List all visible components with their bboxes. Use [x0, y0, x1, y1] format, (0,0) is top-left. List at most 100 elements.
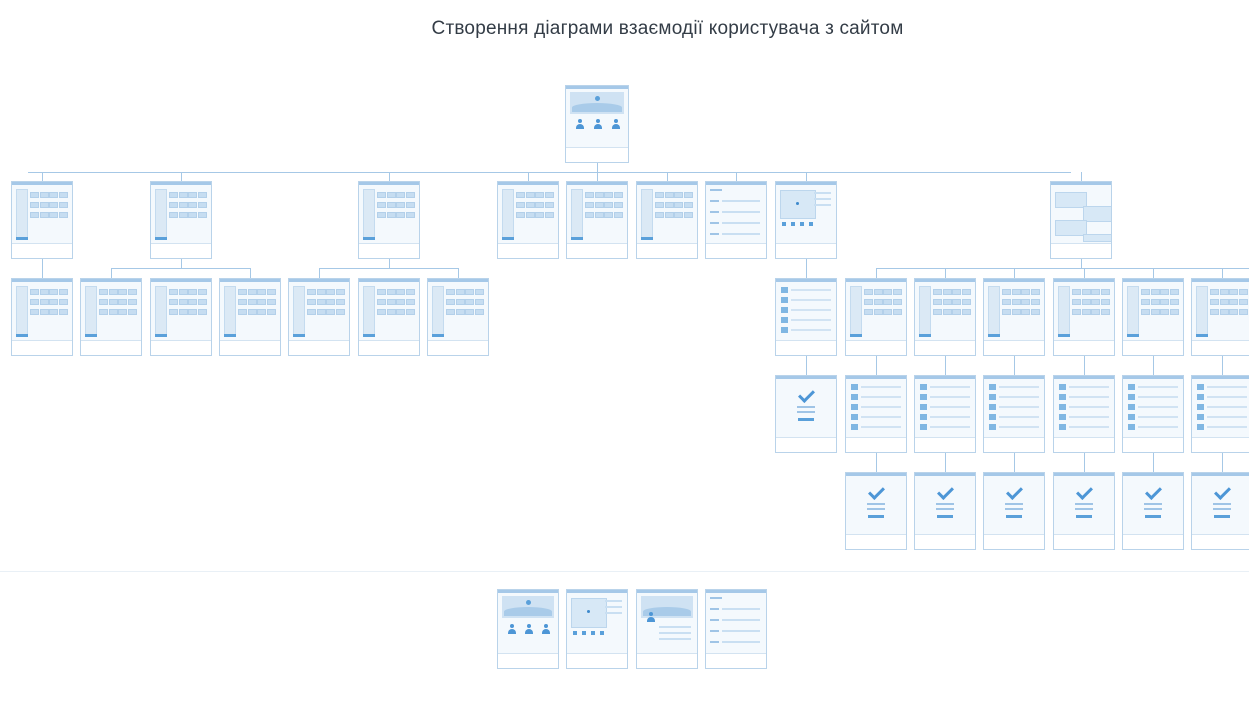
thumbnail-cell — [49, 202, 58, 208]
frame-topbar — [776, 182, 836, 185]
thumbnail-cell — [455, 299, 465, 305]
confirm-text — [1005, 508, 1023, 510]
thumbnail-cell — [316, 309, 326, 315]
list-row — [920, 384, 970, 390]
row-line — [1207, 386, 1247, 388]
thumbnail-cell — [386, 309, 396, 315]
list-row — [1128, 424, 1178, 430]
thumbnail-cell — [664, 212, 674, 218]
thumbnail-cell — [377, 212, 386, 218]
row-line — [1138, 416, 1178, 418]
level2-frame — [219, 278, 281, 356]
checkmark-icon — [1076, 483, 1093, 500]
nav-button — [791, 221, 795, 226]
list-row — [920, 414, 970, 420]
frame-topbar — [984, 376, 1044, 379]
hero-icon — [595, 96, 600, 101]
service-list-frame — [1122, 375, 1184, 453]
list-row — [920, 424, 970, 430]
frame-sidebar — [155, 189, 167, 238]
thumbnail-cell — [39, 309, 49, 315]
frame-caption — [81, 340, 141, 355]
person-body — [647, 617, 655, 622]
thumbnail-cell — [405, 202, 415, 208]
list-row — [1128, 394, 1178, 400]
thumbnail-cell — [544, 192, 554, 198]
frame-caption — [984, 534, 1044, 549]
row-icon — [1197, 424, 1204, 430]
frame-topbar — [566, 86, 628, 89]
thumbnail-cell — [1210, 299, 1219, 305]
connector-line — [528, 172, 529, 181]
frame-topbar — [151, 182, 211, 185]
frame-sidebar — [1127, 286, 1139, 335]
thumbnail-cell — [1160, 289, 1169, 295]
extra-frame — [566, 589, 628, 669]
thumbnail-cell — [892, 299, 902, 305]
row-icon — [920, 404, 927, 410]
thumbnail-cell — [247, 289, 257, 295]
level1-frame — [705, 181, 767, 259]
thumbnail-cell — [386, 202, 396, 208]
level2-frame — [427, 278, 489, 356]
connector-line — [876, 453, 877, 472]
connector-line — [1084, 268, 1085, 278]
list-row — [851, 424, 901, 430]
connector-line — [389, 259, 390, 268]
row-icon — [989, 384, 996, 390]
content-block — [1055, 220, 1087, 237]
row-icon — [1128, 424, 1135, 430]
thumbnail-cell — [377, 289, 386, 295]
thumbnail-cell — [961, 289, 971, 295]
frame-caption — [776, 340, 836, 355]
row-icon — [989, 414, 996, 420]
list-row — [781, 297, 831, 303]
nav-button — [573, 630, 577, 635]
confirm-button — [1006, 515, 1022, 518]
service-confirm-frame — [1053, 472, 1115, 550]
frame-button — [1196, 334, 1208, 337]
person-head — [509, 624, 514, 629]
row-icon — [989, 424, 996, 430]
thumbnail-cell — [188, 202, 197, 208]
thumbnail-cell — [613, 192, 623, 198]
thumbnail-cell — [127, 299, 137, 305]
frame-caption — [1192, 340, 1249, 355]
thumbnail-cell — [377, 192, 386, 198]
connector-line — [28, 172, 1071, 173]
thumbnail-cell — [1160, 309, 1169, 315]
list-row — [1197, 384, 1247, 390]
frame-topbar — [846, 376, 906, 379]
thumbnail-cell — [942, 299, 952, 305]
frame-caption — [1054, 340, 1114, 355]
thumbnail-cell — [585, 202, 594, 208]
frame-sidebar — [641, 189, 653, 238]
thumbnail-cell — [873, 289, 883, 295]
thumbnail-cell — [961, 299, 971, 305]
thumbnail-cell — [544, 202, 554, 208]
thumbnail-cell — [335, 299, 345, 305]
thumbnail-cell — [307, 289, 316, 295]
form-label — [710, 608, 719, 610]
thumbnail-cell — [1091, 309, 1100, 315]
checkmark-icon — [1006, 483, 1023, 500]
connector-line — [111, 268, 250, 269]
row-icon — [1059, 394, 1066, 400]
row-icon — [1059, 414, 1066, 420]
thumbnail-cell — [197, 289, 207, 295]
level1-frame — [150, 181, 212, 259]
connector-line — [597, 163, 598, 172]
connector-line — [1081, 259, 1082, 268]
row-icon — [851, 424, 858, 430]
level2-frame — [11, 278, 73, 356]
thumbnail-cell — [1011, 289, 1021, 295]
thumbnail-cell — [455, 309, 465, 315]
map-branch-list-frame — [775, 278, 837, 356]
frame-topbar — [915, 376, 975, 379]
row-icon — [1197, 404, 1204, 410]
form-field — [722, 630, 760, 632]
thumbnail-cell — [1141, 299, 1150, 305]
thumbnail-cell — [1210, 289, 1219, 295]
map-pin — [796, 201, 800, 205]
thumbnail-cell — [396, 289, 405, 295]
